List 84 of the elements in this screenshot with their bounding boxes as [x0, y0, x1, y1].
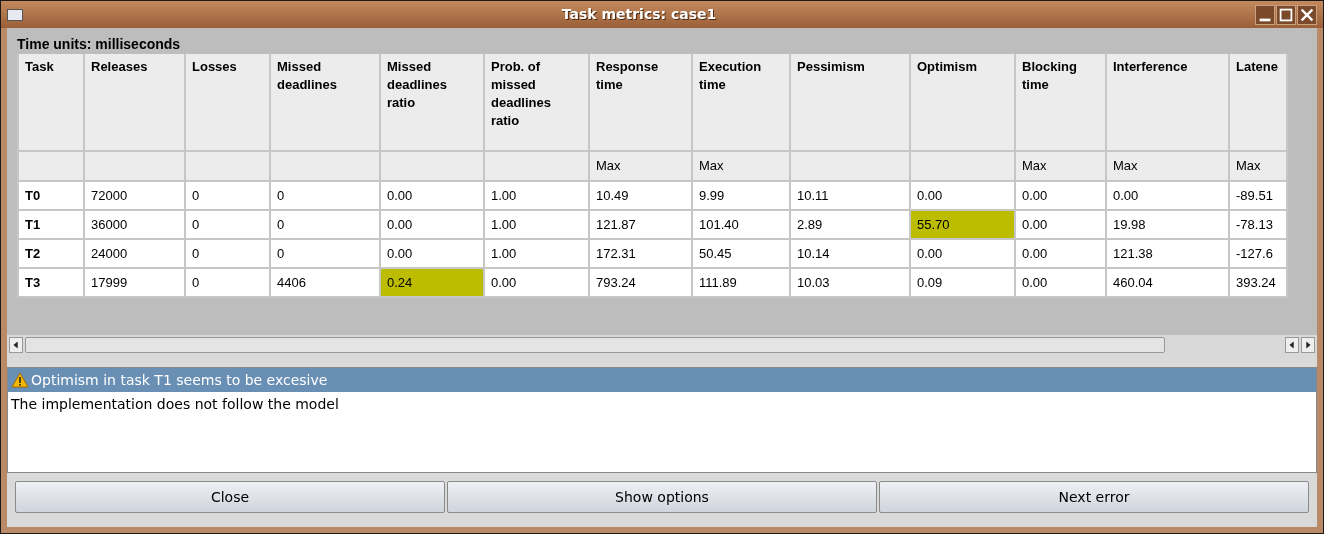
column-header[interactable]: Missed deadlines: [269, 54, 381, 152]
row-header: T1: [17, 211, 85, 240]
table-cell: 101.40: [691, 211, 791, 240]
table-cell: 17999: [83, 269, 186, 298]
table-cell: 0.00: [909, 182, 1016, 211]
table-cell: -127.6: [1228, 240, 1288, 269]
table-cell: 0.09: [909, 269, 1016, 298]
table-cell: 0.00: [1014, 269, 1107, 298]
table-cell: 0: [184, 211, 271, 240]
table-cell: 72000: [83, 182, 186, 211]
minimize-icon[interactable]: [1255, 4, 1275, 25]
table-cell: -89.51: [1228, 182, 1288, 211]
table-cell: 0.00: [379, 240, 485, 269]
window-menu-icon[interactable]: [7, 8, 23, 21]
table-cell: 0.00: [909, 240, 1016, 269]
time-units-label: Time units: milliseconds: [17, 35, 182, 54]
column-header[interactable]: Missed deadlines ratio: [379, 54, 485, 152]
column-subheader: Max: [1105, 152, 1230, 182]
table-cell: 10.49: [588, 182, 693, 211]
table-cell: 36000: [83, 211, 186, 240]
table-cell: 1.00: [483, 240, 590, 269]
table-cell: 2.89: [789, 211, 911, 240]
table-cell: 0.00: [379, 182, 485, 211]
scroll-left-icon[interactable]: [9, 337, 23, 353]
table-cell: 0: [184, 240, 271, 269]
table-cell: 0: [269, 182, 381, 211]
table-cell: 19.98: [1105, 211, 1230, 240]
table-cell: 793.24: [588, 269, 693, 298]
table-cell: 55.70: [909, 211, 1016, 240]
table-cell: 0: [269, 240, 381, 269]
table-cell: 0.00: [483, 269, 590, 298]
column-header[interactable]: Interference: [1105, 54, 1230, 152]
table-cell: 9.99: [691, 182, 791, 211]
table-cell: 121.87: [588, 211, 693, 240]
table-cell: 0: [269, 211, 381, 240]
table-cell: 1.00: [483, 182, 590, 211]
column-header[interactable]: Prob. of missed deadlines ratio: [483, 54, 590, 152]
dialog-button[interactable]: Next error: [879, 481, 1309, 513]
column-header[interactable]: Response time: [588, 54, 693, 152]
dialog-button[interactable]: Close: [15, 481, 445, 513]
table-cell: 0.00: [1105, 182, 1230, 211]
table-cell: 0.00: [1014, 211, 1107, 240]
scrollbar-thumb[interactable]: [25, 337, 1165, 353]
table-cell: 1.00: [483, 211, 590, 240]
table-cell: 24000: [83, 240, 186, 269]
column-subheader: Max: [588, 152, 693, 182]
column-header[interactable]: Task: [17, 54, 85, 152]
row-header: T2: [17, 240, 85, 269]
column-header[interactable]: Releases: [83, 54, 186, 152]
table-cell: 0.00: [379, 211, 485, 240]
table-cell: 50.45: [691, 240, 791, 269]
table-cell: 121.38: [1105, 240, 1230, 269]
table-cell: 10.03: [789, 269, 911, 298]
warning-icon: [11, 372, 29, 388]
table-cell: 172.31: [588, 240, 693, 269]
table-cell: 111.89: [691, 269, 791, 298]
close-icon[interactable]: [1297, 4, 1317, 25]
scroll-right-icon[interactable]: [1301, 337, 1315, 353]
table-cell: 10.11: [789, 182, 911, 211]
column-header[interactable]: Blocking time: [1014, 54, 1107, 152]
table-cell: -78.13: [1228, 211, 1288, 240]
row-header: T3: [17, 269, 85, 298]
table-cell: 0: [184, 269, 271, 298]
column-subheader: Max: [691, 152, 791, 182]
table-cell: 10.14: [789, 240, 911, 269]
dialog-button[interactable]: Show options: [447, 481, 877, 513]
table-cell: 460.04: [1105, 269, 1230, 298]
table-cell: 0.24: [379, 269, 485, 298]
column-header[interactable]: Optimism: [909, 54, 1016, 152]
window-title: Task metrics: case1: [561, 5, 717, 24]
row-header: T0: [17, 182, 85, 211]
table-cell: 0: [184, 182, 271, 211]
column-subheader: Max: [1014, 152, 1107, 182]
table-cell: 0.00: [1014, 240, 1107, 269]
column-header[interactable]: Losses: [184, 54, 271, 152]
table-cell: 4406: [269, 269, 381, 298]
scroll-left-icon[interactable]: [1285, 337, 1299, 353]
column-header[interactable]: Execution time: [691, 54, 791, 152]
column-subheader: Max: [1228, 152, 1288, 182]
column-header[interactable]: Pessimism: [789, 54, 911, 152]
table-cell: 393.24: [1228, 269, 1288, 298]
column-header[interactable]: Latene: [1228, 54, 1288, 152]
table-cell: 0.00: [1014, 182, 1107, 211]
maximize-icon[interactable]: [1276, 4, 1296, 25]
